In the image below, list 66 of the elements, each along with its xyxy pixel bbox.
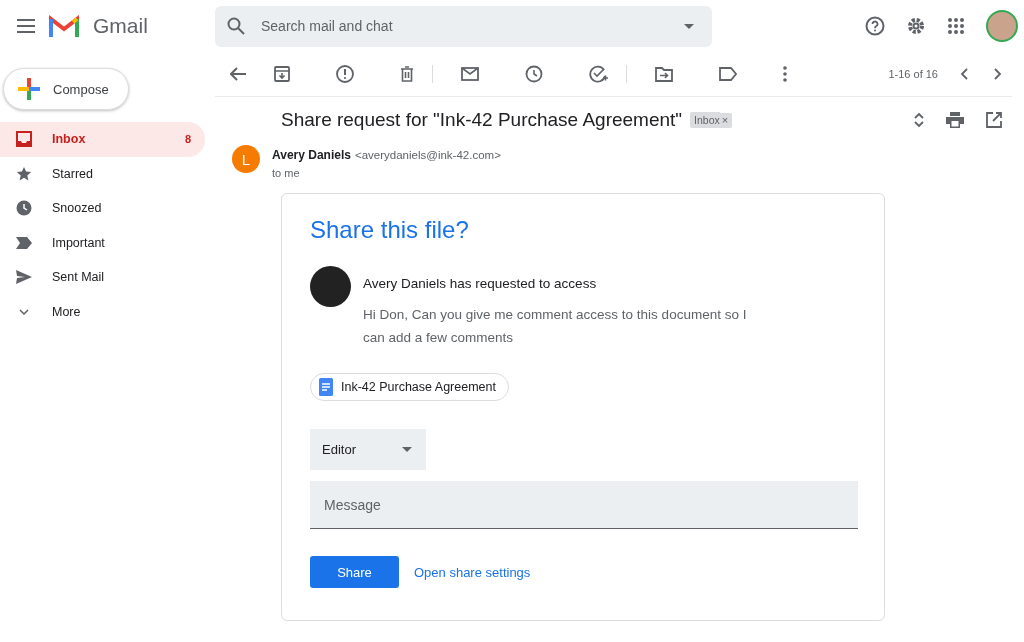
move-to-icon[interactable] (655, 66, 673, 82)
compose-button[interactable]: Compose (3, 68, 129, 110)
sidebar-label: Starred (52, 166, 94, 181)
sender-email: <averydaniels@ink-42.com> (354, 149, 501, 161)
pagination-text: 1-16 of 16 (888, 68, 938, 80)
email-subject: Share request for "Ink-42 Purchase Agreement" (281, 109, 683, 131)
role-dropdown[interactable]: Editor (310, 429, 426, 470)
sender-name: Avery Daniels (272, 148, 351, 162)
search-icon[interactable] (227, 17, 245, 35)
sidebar-item[interactable]: Starred (0, 156, 205, 191)
sidebar-item[interactable]: Inbox 8 (0, 122, 205, 157)
requester-avatar (310, 266, 351, 307)
star-icon (16, 165, 32, 182)
open-share-settings-link[interactable]: Open share settings (414, 564, 531, 580)
role-value: Editor (322, 442, 356, 457)
back-arrow-icon[interactable] (230, 67, 246, 81)
file-name: Ink-42 Purchase Agreement (341, 380, 496, 394)
plus-icon (18, 78, 40, 100)
message-field[interactable]: Message (310, 481, 858, 529)
trash-icon[interactable] (400, 66, 414, 82)
sidebar-label: Inbox (52, 132, 87, 147)
sidebar-label: More (52, 304, 82, 319)
menu-icon[interactable] (17, 19, 35, 33)
sidebar-label: Important (52, 235, 106, 250)
sidebar-item[interactable]: Snoozed (0, 191, 205, 226)
settings-icon[interactable] (906, 16, 926, 36)
sidebar-item[interactable]: Important (0, 225, 205, 260)
search-bar[interactable]: Search mail and chat (215, 5, 712, 47)
request-note: Hi Don, Can you give me comment access to this document so I can add a few comments (363, 306, 748, 347)
dropdown-caret-icon[interactable] (684, 23, 694, 29)
envelope-icon[interactable] (461, 67, 479, 81)
spam-report-icon[interactable] (336, 65, 354, 83)
label-tag-icon[interactable] (719, 67, 737, 81)
document-icon (319, 378, 333, 396)
more-options-icon[interactable] (783, 66, 787, 82)
sidebar-label: Sent Mail (52, 270, 106, 285)
sidebar-item[interactable]: More (0, 294, 205, 329)
previous-page-icon[interactable] (960, 68, 968, 80)
print-icon[interactable] (946, 112, 964, 128)
apps-grid-icon[interactable] (947, 17, 965, 35)
next-page-icon[interactable] (994, 68, 1002, 80)
app-name: Gmail (93, 14, 148, 38)
sidebar-label: Snoozed (52, 201, 103, 216)
clock-icon[interactable] (525, 65, 543, 83)
help-icon[interactable] (865, 16, 885, 36)
recipient-text: to me (272, 167, 301, 179)
chevron-down-icon (16, 308, 32, 315)
expand-collapse-icon[interactable] (914, 112, 924, 128)
send-icon (16, 270, 32, 285)
dropdown-caret-icon (402, 447, 412, 452)
add-task-icon[interactable] (589, 65, 608, 83)
gmail-logo-icon (49, 15, 79, 37)
sidebar-item[interactable]: Sent Mail (0, 260, 205, 295)
profile-avatar[interactable] (986, 10, 1018, 42)
search-field[interactable]: Search mail and chat (259, 17, 670, 35)
card-title: Share this file? (310, 216, 470, 244)
important-icon (16, 236, 32, 249)
clock-icon (16, 200, 32, 217)
sender-avatar: L (232, 145, 260, 173)
inbox-icon (16, 131, 32, 148)
request-text: Avery Daniels has requested to access (363, 276, 598, 291)
archive-icon[interactable] (274, 66, 290, 82)
share-button[interactable]: Share (310, 556, 399, 588)
inbox-label-chip: Inbox (690, 112, 720, 128)
open-in-new-window-icon[interactable] (986, 112, 1002, 128)
unread-count: 8 (184, 133, 191, 146)
